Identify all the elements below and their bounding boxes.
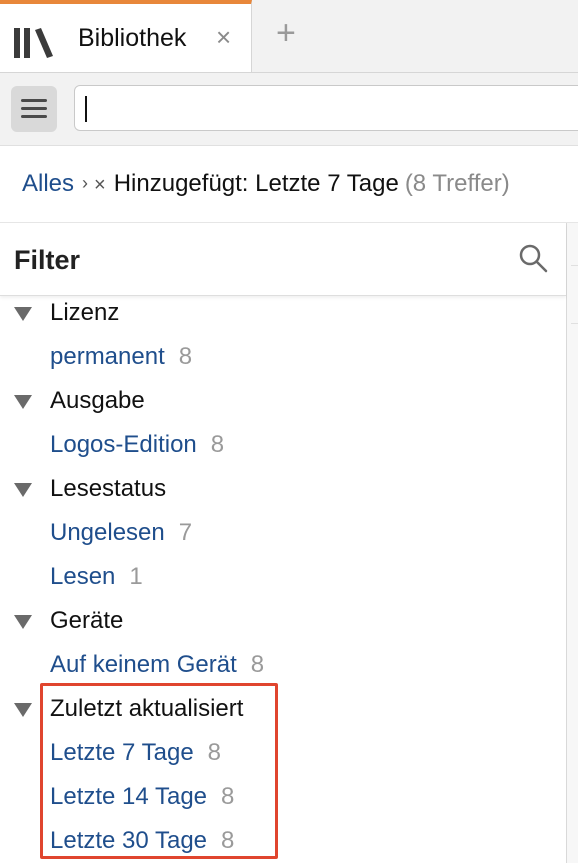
collapse-triangle-icon[interactable] — [14, 615, 32, 629]
text-caret — [85, 96, 87, 122]
collapse-triangle-icon[interactable] — [14, 395, 32, 409]
collapse-triangle-icon[interactable] — [14, 483, 32, 497]
result-count: (8 Treffer) — [404, 170, 510, 197]
close-icon[interactable]: × — [216, 24, 231, 50]
filter-item-ungelesen[interactable]: Ungelesen 7 — [50, 519, 192, 547]
filter-group-label: Zuletzt aktualisiert — [50, 695, 244, 722]
filter-item-count: 7 — [178, 519, 193, 546]
filter-item-auf-keinem-geraet[interactable]: Auf keinem Gerät 8 — [50, 651, 264, 679]
filter-item-letzte-30-tage[interactable]: Letzte 30 Tage 8 — [50, 827, 234, 855]
filter-group-label: Lizenz — [50, 299, 120, 326]
filter-item-count: 8 — [210, 431, 225, 458]
filter-item-label[interactable]: Letzte 7 Tage — [50, 739, 194, 766]
filter-item-count: 8 — [250, 651, 265, 678]
filter-item-label[interactable]: Letzte 14 Tage — [50, 783, 207, 810]
filter-item-label[interactable]: Auf keinem Gerät — [50, 651, 237, 678]
tab-bar: Bibliothek × + — [0, 0, 578, 73]
filter-panel: Filter Lizenz permanent 8 Ausgabe Logos-E… — [0, 223, 567, 863]
tab-title: Bibliothek — [78, 24, 187, 52]
plus-icon[interactable]: + — [276, 16, 296, 50]
filter-item-count: 8 — [221, 783, 235, 810]
filter-item-count: 8 — [178, 343, 193, 370]
filter-group-label: Ausgabe — [50, 387, 145, 414]
collapse-triangle-icon[interactable] — [14, 307, 32, 321]
content-pane-edge — [567, 223, 578, 863]
filter-item-label[interactable]: Ungelesen — [50, 519, 165, 546]
filter-item-count: 8 — [221, 827, 235, 854]
filter-item-letzte-14-tage[interactable]: Letzte 14 Tage 8 — [50, 783, 234, 811]
filter-item-count: 1 — [129, 563, 143, 590]
breadcrumb-all-link[interactable]: Alles — [22, 170, 74, 197]
filter-item-permanent[interactable]: permanent 8 — [50, 343, 192, 371]
filter-item-letzte-7-tage[interactable]: Letzte 7 Tage 8 — [50, 739, 221, 767]
filter-panel-title: Filter — [14, 245, 81, 275]
hamburger-icon[interactable] — [11, 86, 57, 132]
collapse-triangle-icon[interactable] — [14, 703, 32, 717]
filter-item-label[interactable]: permanent — [50, 343, 165, 370]
breadcrumb: Alles › × Hinzugefügt: Letzte 7 Tage (8 Tref… — [0, 146, 578, 223]
filter-item-label[interactable]: Logos-Edition — [50, 431, 197, 458]
filter-item-count: 8 — [207, 739, 222, 766]
library-icon — [14, 28, 53, 58]
filter-item-label[interactable]: Lesen — [50, 563, 115, 590]
filter-item-lesen[interactable]: Lesen 1 — [50, 563, 143, 591]
filter-panel-header: Filter — [0, 223, 566, 296]
chevron-right-icon: › — [82, 173, 89, 193]
toolbar — [0, 73, 578, 146]
search-icon[interactable] — [518, 243, 548, 273]
filter-group-label: Geräte — [50, 607, 124, 634]
filter-group-label: Lesestatus — [50, 475, 167, 502]
remove-filter-icon[interactable]: × — [94, 174, 106, 196]
tab-bibliothek[interactable]: Bibliothek × — [0, 0, 252, 72]
search-input[interactable] — [74, 85, 578, 131]
filter-item-label[interactable]: Letzte 30 Tage — [50, 827, 207, 854]
filter-item-logos-edition[interactable]: Logos-Edition 8 — [50, 431, 224, 459]
breadcrumb-active-filter: Hinzugefügt: Letzte 7 Tage — [113, 170, 399, 197]
